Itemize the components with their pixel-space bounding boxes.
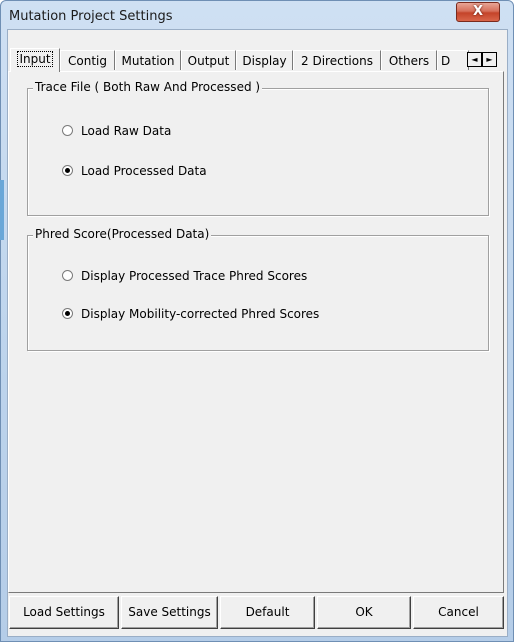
ok-label: OK (355, 605, 373, 619)
trace-file-legend: Trace File ( Both Raw And Processed ) (33, 80, 263, 94)
display-processed-phred-label: Display Processed Trace Phred Scores (81, 269, 308, 283)
tab-output-label: Output (187, 54, 230, 68)
tab-input-label: Input (17, 51, 53, 67)
arrow-right-icon: ► (486, 55, 493, 64)
tab-output[interactable]: Output (181, 50, 236, 70)
tab-scroll-right-button[interactable]: ► (482, 52, 497, 67)
close-icon: X (472, 4, 484, 19)
phred-score-group: Phred Score(Processed Data) Display Proc… (27, 227, 489, 351)
ok-button[interactable]: OK (317, 596, 411, 629)
load-settings-button[interactable]: Load Settings (9, 596, 119, 629)
tab-d[interactable]: D (437, 50, 469, 70)
tab-others[interactable]: Others (381, 50, 437, 70)
save-settings-button[interactable]: Save Settings (121, 596, 218, 629)
cancel-button[interactable]: Cancel (413, 596, 504, 629)
tab-scroll-left-button[interactable]: ◄ (467, 52, 482, 67)
tab-2-directions-label: 2 Directions (301, 54, 373, 68)
cancel-label: Cancel (438, 605, 479, 619)
default-button[interactable]: Default (220, 596, 315, 629)
load-processed-data-radio[interactable] (62, 165, 73, 176)
tab-input[interactable]: Input (10, 48, 60, 72)
window-edge-accent (0, 180, 4, 240)
save-settings-label: Save Settings (128, 605, 211, 619)
tab-mutation[interactable]: Mutation (115, 50, 181, 70)
tab-display-label: Display (242, 54, 287, 68)
title-bar[interactable]: Mutation Project Settings X (1, 1, 513, 31)
tab-display[interactable]: Display (236, 50, 293, 70)
tab-others-label: Others (388, 54, 430, 68)
tab-d-label: D (441, 54, 451, 68)
tab-panel-input: Trace File ( Both Raw And Processed ) Lo… (8, 71, 504, 593)
trace-file-group: Trace File ( Both Raw And Processed ) Lo… (27, 80, 489, 216)
default-label: Default (245, 605, 290, 619)
load-settings-label: Load Settings (23, 605, 105, 619)
display-mobility-corrected-radio[interactable] (62, 308, 73, 319)
display-processed-phred-radio[interactable] (62, 270, 73, 281)
tab-2-directions[interactable]: 2 Directions (293, 50, 381, 70)
tab-mutation-label: Mutation (121, 54, 175, 68)
tab-contig-label: Contig (68, 54, 107, 68)
load-raw-data-radio[interactable] (62, 125, 73, 136)
load-raw-data-label: Load Raw Data (81, 124, 172, 138)
phred-score-legend: Phred Score(Processed Data) (33, 227, 212, 241)
window-title: Mutation Project Settings (9, 9, 173, 24)
close-button[interactable]: X (456, 2, 500, 22)
tab-strip: Input Contig Mutation Output Display 2 D… (8, 48, 504, 72)
load-processed-data-label: Load Processed Data (81, 164, 207, 178)
display-mobility-corrected-label: Display Mobility-corrected Phred Scores (81, 307, 320, 321)
tab-contig[interactable]: Contig (60, 50, 115, 70)
arrow-left-icon: ◄ (471, 55, 478, 64)
